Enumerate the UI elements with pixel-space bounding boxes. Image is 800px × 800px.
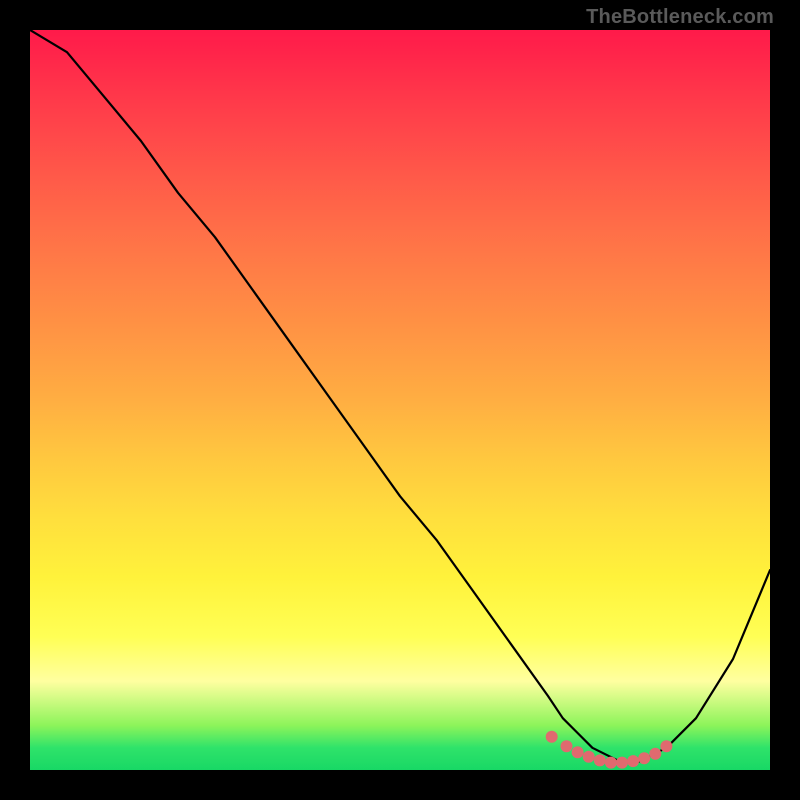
chart-frame: TheBottleneck.com xyxy=(0,0,800,800)
watermark-text: TheBottleneck.com xyxy=(586,6,774,29)
plot-area xyxy=(30,30,770,770)
